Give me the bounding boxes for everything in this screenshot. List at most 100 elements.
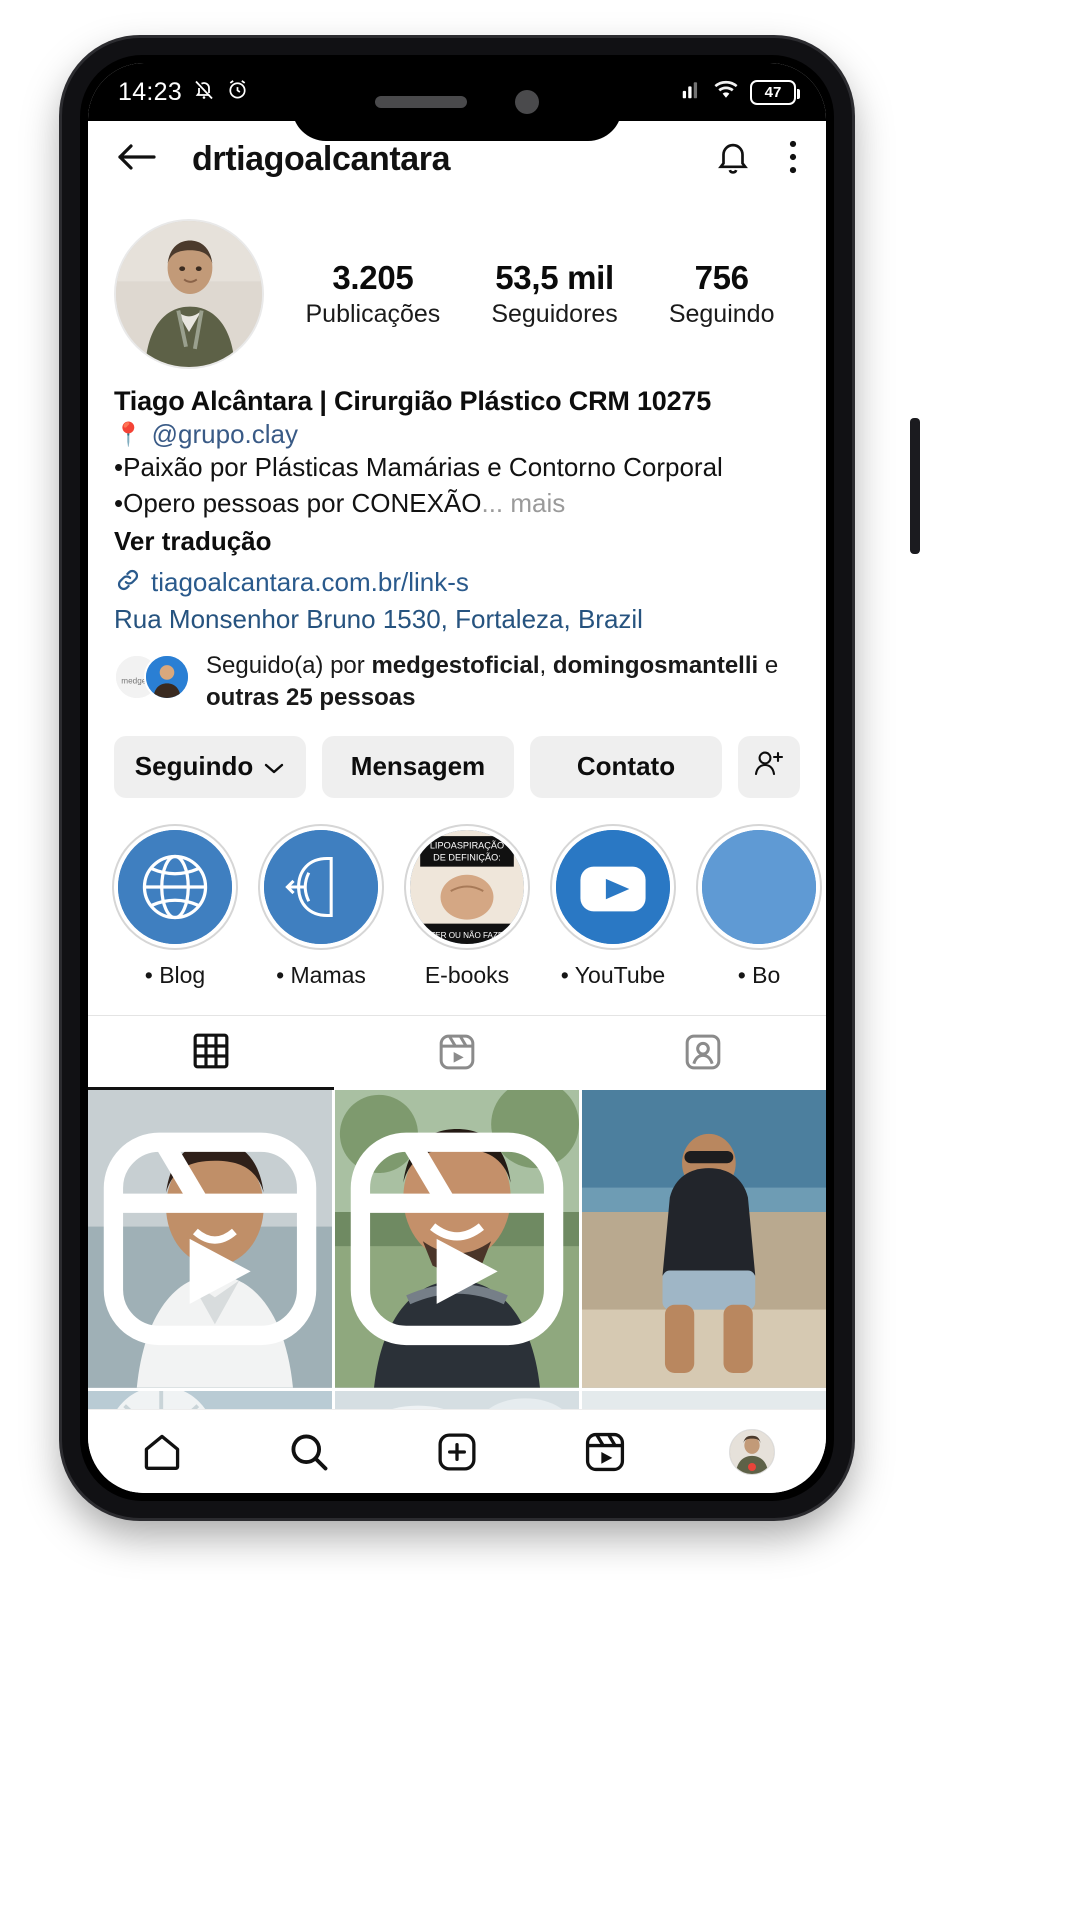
nav-create[interactable] (383, 1430, 531, 1474)
contact-button[interactable]: Contato (530, 735, 722, 798)
reels-icon (585, 1432, 624, 1471)
profile-action-buttons: Seguindo Mensagem Contato (88, 714, 826, 798)
highlight-bo[interactable]: • Bo (696, 823, 822, 989)
website-link[interactable]: tiagoalcantara.com.br/link-s (151, 564, 469, 601)
post-surgery-team[interactable] (582, 1390, 826, 1409)
page-title: drtiagoalcantara (192, 139, 451, 178)
nav-search[interactable] (236, 1430, 384, 1474)
profile-address[interactable]: Rua Monsenhor Bruno 1530, Fortaleza, Bra… (114, 601, 800, 638)
highlight-youtube[interactable]: • YouTube (550, 823, 676, 989)
notification-dot (748, 1462, 757, 1471)
highlight-ebooks[interactable]: LIPOASPIRAÇÃO DE DEFINIÇÃO: FAZER OU NÃO… (404, 823, 530, 989)
post-interview-white-shirt[interactable] (88, 1089, 332, 1388)
followed-by-text: Seguido(a) por medgestoficial, domingosm… (206, 650, 778, 714)
highlight-ring: LIPOASPIRAÇÃO DE DEFINIÇÃO: FAZER OU NÃO… (404, 823, 530, 950)
tab-grid[interactable] (88, 1016, 334, 1090)
reel-indicator-icon (350, 1132, 564, 1345)
post-surgery-blue-cap[interactable] (88, 1390, 332, 1409)
highlight-ring (112, 823, 238, 950)
bio-category-row[interactable]: 📍 @grupo.clay (114, 419, 800, 450)
location-pin-icon: 📍 (114, 421, 143, 448)
battery-level: 47 (764, 83, 782, 101)
home-icon (144, 1434, 180, 1470)
back-arrow-icon[interactable] (114, 139, 158, 180)
highlight-blog[interactable]: • Blog (112, 823, 238, 989)
website-row[interactable]: tiagoalcantara.com.br/link-s (114, 564, 800, 601)
post-wetsuit-selfie[interactable] (335, 1089, 579, 1388)
followed-by-others[interactable]: outras 25 pessoas (206, 684, 415, 711)
followed-by-avatars: medgest (114, 653, 192, 700)
bio-line-2-row: •Opero pessoas por CONEXÃO... mais (114, 486, 800, 522)
posts-grid (88, 1089, 826, 1409)
reel-indicator-icon (103, 1132, 317, 1345)
highlight-blog-label: • Blog (144, 961, 206, 988)
bio-category-handle[interactable]: @grupo.clay (152, 419, 298, 450)
bottom-navigation (88, 1409, 826, 1493)
profile-header-row: 3.205 Publicações 53,5 mil Seguidores 75… (88, 197, 826, 369)
followed-by-prefix: Seguido(a) por (206, 651, 372, 679)
profile-avatar[interactable] (114, 219, 264, 369)
story-highlights: • Blog • Mamas LIPOASPIRAÇÃO DE DEFINIÇÃ… (88, 798, 826, 989)
stat-followers-value: 53,5 mil (495, 258, 614, 296)
followed-by-suffix: e (758, 651, 779, 679)
tab-tagged[interactable] (580, 1016, 826, 1090)
stat-posts[interactable]: 3.205 Publicações (306, 259, 441, 330)
header-actions (714, 138, 800, 181)
display-notch (292, 63, 622, 141)
add-person-button[interactable] (738, 735, 800, 798)
profile-display-name: Tiago Alcântara | Cirurgião Plástico CRM… (114, 386, 712, 416)
front-camera (515, 90, 539, 114)
nav-reels[interactable] (531, 1430, 679, 1474)
profile-stats: 3.205 Publicações 53,5 mil Seguidores 75… (264, 259, 800, 330)
alarm-icon (226, 78, 249, 106)
power-button[interactable] (910, 418, 920, 554)
stat-followers[interactable]: 53,5 mil Seguidores (491, 259, 617, 330)
profile-tabs (88, 1014, 826, 1090)
svg-text:LIPOASPIRAÇÃO: LIPOASPIRAÇÃO (430, 840, 504, 850)
bell-icon[interactable] (714, 138, 752, 181)
following-button[interactable]: Seguindo (114, 735, 306, 798)
bio-more-button[interactable]: mais (510, 488, 565, 518)
wifi-icon (713, 79, 739, 106)
notification-off-icon (192, 78, 216, 107)
highlight-cover (702, 829, 816, 944)
highlight-ring (258, 823, 384, 950)
highlight-mamas[interactable]: • Mamas (258, 823, 384, 989)
stat-following[interactable]: 756 Seguindo (669, 259, 775, 330)
search-icon (291, 1433, 328, 1470)
earpiece-speaker (375, 96, 467, 108)
tagged-icon (685, 1034, 721, 1070)
message-button[interactable]: Mensagem (322, 735, 514, 798)
post-seaside-sitting[interactable] (582, 1089, 826, 1388)
highlight-cover (118, 829, 232, 944)
highlight-bo-label: • Bo (737, 961, 781, 988)
highlight-cover (264, 829, 378, 944)
tab-reels[interactable] (334, 1016, 580, 1090)
bio-ellipsis: ... (481, 488, 504, 519)
post-operating-room[interactable] (335, 1390, 579, 1409)
bio-line-2: •Opero pessoas por CONEXÃO (114, 488, 482, 519)
link-chain-icon (114, 566, 142, 599)
mutual-name-1[interactable]: medgestoficial (371, 652, 539, 679)
see-translation-button[interactable]: Ver tradução (114, 524, 800, 560)
status-left: 14:23 (118, 78, 249, 107)
more-vertical-icon[interactable] (786, 138, 800, 181)
grid-icon (193, 1034, 229, 1069)
stat-following-value: 756 (694, 258, 749, 296)
stat-followers-label: Seguidores (491, 300, 618, 329)
reel-indicator-icon (582, 1391, 826, 1409)
nav-home[interactable] (88, 1430, 236, 1474)
phone-frame: 14:23 47 drtiagoalcantara 3.205 Publicaç… (62, 38, 920, 1518)
nav-profile[interactable] (678, 1428, 826, 1475)
profile-bio: Tiago Alcântara | Cirurgião Plástico CRM… (88, 369, 826, 638)
phone-screen: 14:23 47 drtiagoalcantara 3.205 Publicaç… (88, 63, 826, 1493)
reels-icon (439, 1034, 475, 1070)
stat-following-label: Seguindo (668, 300, 775, 329)
svg-text:DE DEFINIÇÃO:: DE DEFINIÇÃO: (433, 852, 501, 862)
highlight-cover: LIPOASPIRAÇÃO DE DEFINIÇÃO: FAZER OU NÃO… (410, 829, 524, 944)
followed-by-sep: , (539, 651, 553, 679)
followed-by-section[interactable]: medgest Seguido(a) por medgestoficial, d… (88, 638, 826, 714)
mutual-name-2[interactable]: domingosmantelli (553, 652, 758, 679)
status-right: 47 (680, 79, 800, 106)
contact-button-label: Contato (576, 751, 676, 782)
